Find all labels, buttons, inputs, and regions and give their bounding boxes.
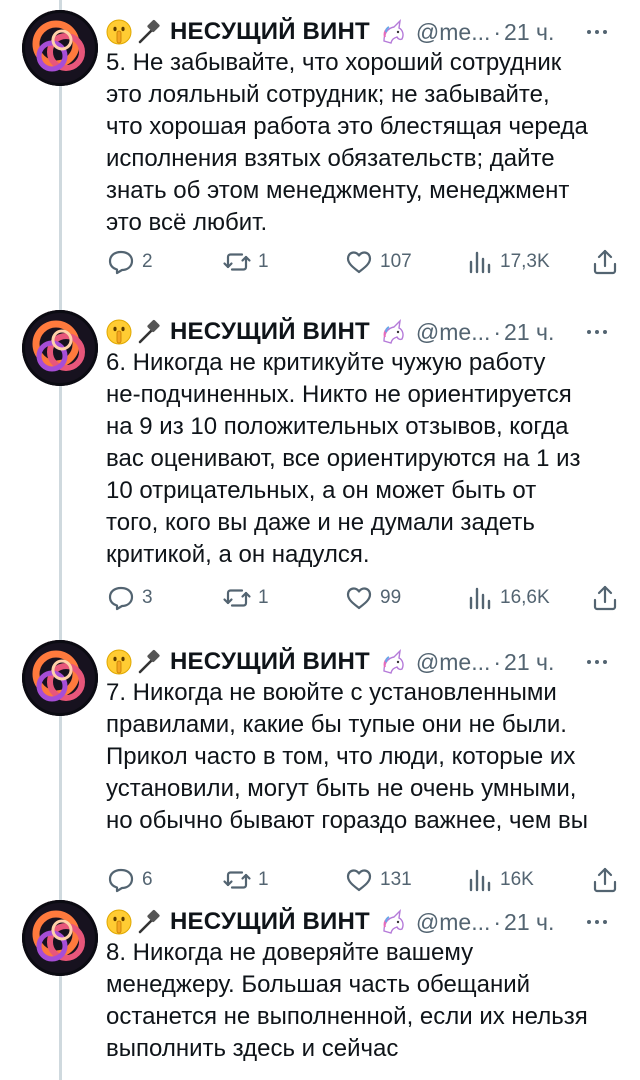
shushing-face-icon: [106, 19, 132, 45]
retweet-count: 1: [258, 587, 269, 608]
hammer-icon: [138, 909, 160, 934]
views-count: 16,6K: [500, 587, 550, 608]
avatar[interactable]: [22, 10, 98, 86]
tweet-text: 5. Не забывайте, что хороший сотрудник э…: [106, 49, 588, 236]
shushing-face-icon: [106, 909, 132, 935]
author-name[interactable]: НЕСУЩИЙ ВИНТ: [170, 318, 370, 346]
tweet-actions: 3 1 99 16,6K: [106, 578, 626, 618]
more-options-icon[interactable]: [582, 644, 612, 680]
views-bar-chart-icon: [469, 251, 491, 274]
reply-button[interactable]: 3: [106, 578, 153, 618]
retweet-icon: [223, 253, 251, 271]
tweet-header: НЕСУЩИЙ ВИНТ @me... · 21 ч.: [106, 904, 626, 940]
reply-count: 3: [142, 587, 153, 608]
separator-dot: ·: [493, 318, 502, 345]
unicorn-icon: [383, 19, 404, 44]
share-icon: [593, 249, 617, 275]
more-options-icon[interactable]: [582, 314, 612, 350]
views-button[interactable]: 17,3K: [464, 242, 550, 282]
author-handle[interactable]: @me...: [416, 909, 490, 936]
avatar[interactable]: [22, 310, 98, 386]
shushing-face-icon: [106, 319, 132, 345]
share-button[interactable]: [590, 578, 626, 618]
shushing-face-icon: [106, 649, 132, 675]
tweet-actions: 2 1 107 17,3K: [106, 242, 626, 282]
retweet-icon: [223, 871, 251, 889]
author-name[interactable]: НЕСУЩИЙ ВИНТ: [170, 648, 370, 676]
views-button[interactable]: 16K: [464, 860, 534, 900]
separator-dot: ·: [493, 18, 502, 45]
heart-icon: [346, 251, 372, 274]
retweet-count: 1: [258, 251, 269, 272]
avatar[interactable]: [22, 900, 98, 976]
tweet-timestamp[interactable]: 21 ч.: [504, 909, 554, 936]
author-handle[interactable]: @me...: [416, 649, 490, 676]
reply-count: 2: [142, 251, 153, 272]
views-bar-chart-icon: [469, 587, 491, 610]
avatar[interactable]: [22, 640, 98, 716]
author-name[interactable]: НЕСУЩИЙ ВИНТ: [170, 908, 370, 936]
tweet-timestamp[interactable]: 21 ч.: [504, 19, 554, 46]
author-handle[interactable]: @me...: [416, 19, 490, 46]
views-count: 16K: [500, 869, 534, 890]
separator-dot: ·: [493, 648, 502, 675]
tweet-header: НЕСУЩИЙ ВИНТ @me... · 21 ч.: [106, 314, 626, 350]
like-count: 131: [380, 869, 412, 890]
share-button[interactable]: [590, 860, 626, 900]
retweet-icon: [223, 589, 251, 607]
more-options-icon[interactable]: [582, 14, 612, 50]
like-button[interactable]: 99: [344, 578, 401, 618]
unicorn-icon: [383, 909, 404, 934]
unicorn-icon: [383, 319, 404, 344]
views-button[interactable]: 16,6K: [464, 578, 550, 618]
like-button[interactable]: 131: [344, 860, 412, 900]
share-icon: [593, 585, 617, 611]
reply-button[interactable]: 6: [106, 860, 153, 900]
more-options-icon[interactable]: [582, 904, 612, 940]
retweet-button[interactable]: 1: [222, 242, 269, 282]
reply-icon: [108, 250, 134, 275]
hammer-icon: [138, 319, 160, 344]
retweet-button[interactable]: 1: [222, 860, 269, 900]
tweet-timestamp[interactable]: 21 ч.: [504, 649, 554, 676]
like-count: 107: [380, 251, 412, 272]
views-bar-chart-icon: [469, 869, 491, 892]
reply-icon: [108, 868, 134, 893]
views-count: 17,3K: [500, 251, 550, 272]
tweet-text: 8. Никогда не доверяйте вашему менеджеру…: [106, 939, 588, 1062]
heart-icon: [346, 587, 372, 610]
tweet-text: 7. Никогда не воюйте с установленными пр…: [106, 679, 589, 834]
reply-icon: [108, 586, 134, 611]
heart-icon: [346, 869, 372, 892]
retweet-button[interactable]: 1: [222, 578, 269, 618]
share-icon: [593, 867, 617, 893]
retweet-count: 1: [258, 869, 269, 890]
hammer-icon: [138, 649, 160, 674]
like-button[interactable]: 107: [344, 242, 412, 282]
author-handle[interactable]: @me...: [416, 319, 490, 346]
like-count: 99: [380, 587, 402, 608]
reply-button[interactable]: 2: [106, 242, 153, 282]
share-button[interactable]: [590, 242, 626, 282]
tweet-text: 6. Никогда не критикуйте чужую работу не…: [106, 349, 581, 568]
author-name[interactable]: НЕСУЩИЙ ВИНТ: [170, 18, 370, 46]
unicorn-icon: [383, 649, 404, 674]
tweet-actions: 6 1 131 16K: [106, 860, 626, 900]
hammer-icon: [138, 19, 160, 44]
separator-dot: ·: [493, 908, 502, 935]
tweet-header: НЕСУЩИЙ ВИНТ @me... · 21 ч.: [106, 14, 626, 50]
tweet-timestamp[interactable]: 21 ч.: [504, 319, 554, 346]
tweet-header: НЕСУЩИЙ ВИНТ @me... · 21 ч.: [106, 644, 626, 680]
reply-count: 6: [142, 869, 153, 890]
